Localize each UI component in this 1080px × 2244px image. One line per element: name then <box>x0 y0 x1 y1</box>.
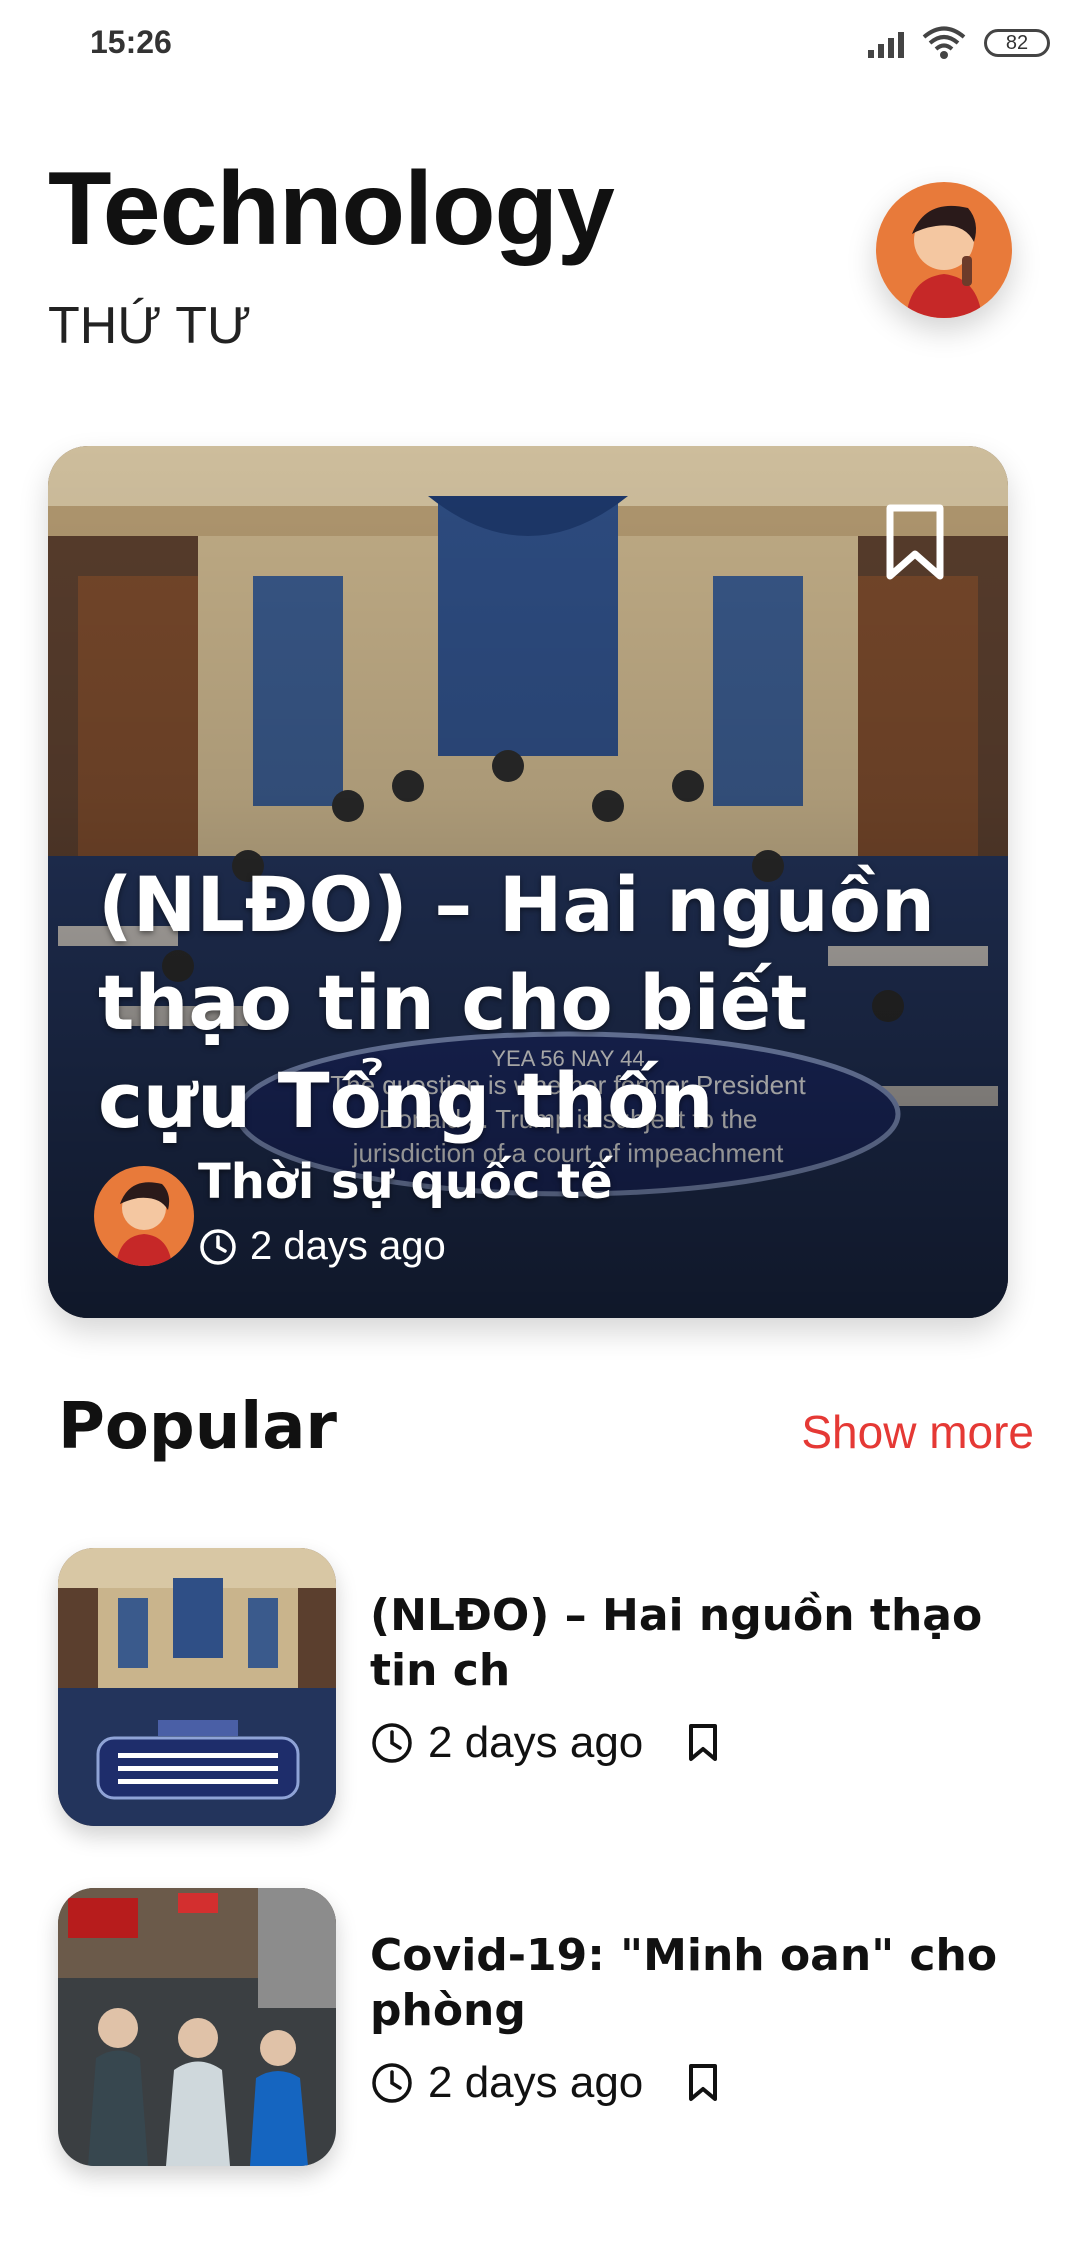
signal-icon <box>868 28 904 58</box>
page-subtitle: THỨ TƯ <box>48 297 252 355</box>
bookmark-button[interactable] <box>687 1723 719 1763</box>
clock-icon <box>200 1228 236 1265</box>
bookmark-button[interactable] <box>687 2063 719 2103</box>
bookmark-icon <box>689 1724 718 1761</box>
article-meta: 2 days ago <box>370 1718 719 1768</box>
featured-time-label: 2 days ago <box>250 1224 446 1268</box>
show-more-link[interactable]: Show more <box>801 1405 1034 1459</box>
article-thumbnail <box>58 1548 336 1826</box>
list-item[interactable]: (NLĐO) – Hai nguồn thạo tin ch 2 days ag… <box>58 1548 1028 1828</box>
list-item[interactable]: Covid-19: "Minh oan" cho phòng 2 days ag… <box>58 1888 1028 2168</box>
status-icons: 82 <box>868 26 1050 60</box>
featured-article-card[interactable]: The question is whether former President… <box>48 446 1008 1318</box>
article-time: 2 days ago <box>428 2058 644 2107</box>
clock-icon <box>372 2063 412 2103</box>
source-name: Thời sự quốc tế <box>198 1154 613 1210</box>
wifi-icon <box>922 26 966 59</box>
bookmark-icon <box>689 2064 718 2101</box>
status-time: 15:26 <box>90 24 172 60</box>
bookmark-icon[interactable] <box>884 502 946 582</box>
article-time: 2 days ago <box>428 1718 644 1767</box>
battery-level: 82 <box>1005 31 1029 54</box>
featured-time: 2 days ago <box>198 1224 446 1269</box>
article-title: Covid-19: "Minh oan" cho phòng <box>370 1930 998 2036</box>
status-bar: 15:26 82 <box>0 0 1080 92</box>
popular-section-title: Popular <box>58 1390 337 1464</box>
clock-icon <box>372 1723 412 1763</box>
article-meta: 2 days ago <box>370 2058 719 2108</box>
page-title: Technology <box>48 151 615 267</box>
article-thumbnail <box>58 1888 336 2166</box>
source-avatar <box>94 1166 194 1266</box>
featured-title: (NLĐO) – Hai nguồn thạo tin cho biết cựu… <box>98 860 936 1145</box>
article-title: (NLĐO) – Hai nguồn thạo tin ch <box>370 1590 983 1696</box>
profile-avatar[interactable] <box>876 182 1012 318</box>
battery-icon: 82 <box>984 29 1050 57</box>
